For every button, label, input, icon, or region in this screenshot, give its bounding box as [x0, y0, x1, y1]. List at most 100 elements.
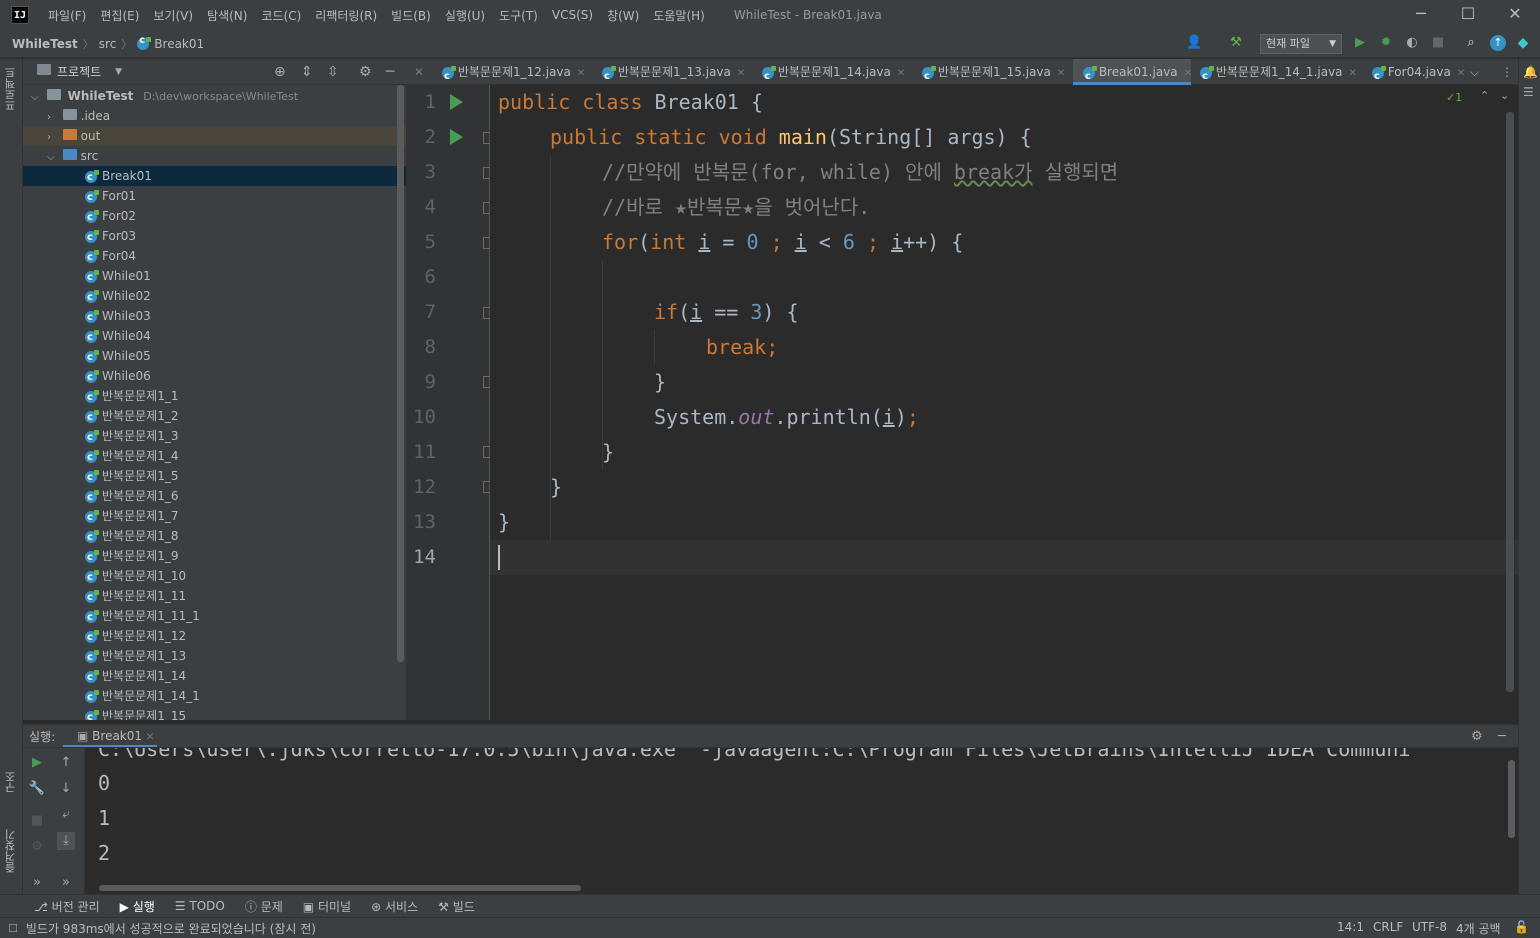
menu-navigate[interactable]: 탐색(N) — [200, 7, 254, 24]
collapse-all-icon[interactable]: ⇳ — [327, 64, 339, 80]
tree-file[interactable]: 반복문문제1_14_1 — [23, 686, 406, 708]
menu-vcs[interactable]: VCS(S) — [545, 8, 600, 22]
wrench-icon[interactable]: 🔧 — [28, 780, 46, 798]
tab-list-chevron-icon[interactable]: ⌵ — [1470, 59, 1479, 85]
editor-tab[interactable]: For04.java ✕ — [1372, 59, 1465, 90]
tree-file[interactable]: 반복문문제1_14 — [23, 666, 406, 688]
menu-edit[interactable]: 편집(E) — [93, 7, 146, 24]
tree-file[interactable]: 반복문문제1_5 — [23, 466, 406, 488]
run-gutter-icon[interactable] — [450, 129, 463, 145]
update-icon[interactable]: ↑ — [1490, 35, 1506, 51]
menu-refactor[interactable]: 리팩터링(R) — [308, 7, 384, 24]
intellij-logo-icon[interactable]: IJ — [11, 6, 29, 24]
debug-icon[interactable]: ✹ — [1378, 35, 1394, 51]
tab-close-icon[interactable]: ✕ — [1057, 68, 1065, 79]
expand-arrow-icon[interactable]: ⌵ — [47, 148, 59, 168]
run-gutter-icon[interactable] — [450, 94, 463, 110]
tree-file[interactable]: 반복문문제1_4 — [23, 446, 406, 468]
notifications-icon[interactable]: 🔔 — [1523, 65, 1538, 79]
chevron-down-icon[interactable]: ▼ — [115, 67, 122, 77]
locate-icon[interactable]: ⊕ — [274, 64, 286, 80]
status-message[interactable]: 빌드가 983ms에서 성공적으로 완료되었습니다 (잠시 전) — [26, 920, 316, 937]
scroll-down-icon[interactable]: ↓ — [57, 780, 75, 798]
tree-file[interactable]: 반복문문제1_1 — [23, 386, 406, 408]
tree-file[interactable]: 반복문문제1_8 — [23, 526, 406, 548]
tree-file[interactable]: 반복문문제1_13 — [23, 646, 406, 668]
editor-tab[interactable]: 반복문문제1_15.java ✕ — [922, 59, 1065, 90]
tab-services[interactable]: ⊛ 서비스 — [371, 898, 418, 915]
expand-all-icon[interactable]: ⇕ — [301, 64, 313, 80]
editor-tab[interactable]: 반복문문제1_13.java ✕ — [602, 59, 745, 90]
soft-wrap-icon[interactable]: ⤶ — [57, 806, 75, 824]
stop-icon[interactable]: ■ — [1430, 35, 1446, 51]
menu-help[interactable]: 도움말(H) — [646, 7, 712, 24]
menu-code[interactable]: 코드(C) — [254, 7, 308, 24]
stop-icon[interactable]: ■ — [28, 812, 46, 830]
tree-file[interactable]: While06 — [23, 366, 406, 388]
hide-icon[interactable]: ─ — [386, 64, 394, 80]
editor-tab-active[interactable]: Break01.java ✕ — [1073, 59, 1192, 90]
breadcrumb-class[interactable]: Break01 — [154, 37, 204, 51]
tree-file[interactable]: 반복문문제1_9 — [23, 546, 406, 568]
plugin-logo-icon[interactable]: ◆ — [1515, 35, 1531, 51]
prev-highlight-icon[interactable]: ⌃ — [1480, 89, 1489, 102]
collapse-arrow-icon[interactable]: › — [47, 128, 59, 148]
tab-close-icon[interactable]: ✕ — [897, 68, 905, 79]
database-icon[interactable]: ☰ — [1523, 85, 1534, 99]
build-hammer-icon[interactable]: ⚒ — [1228, 35, 1244, 51]
console-horizontal-scrollbar[interactable] — [99, 885, 581, 891]
tree-file[interactable]: For03 — [23, 226, 406, 248]
tab-close-icon[interactable]: ✕ — [146, 732, 154, 743]
tab-close-icon[interactable]: ✕ — [1184, 68, 1192, 79]
breadcrumb-project[interactable]: WhileTest — [12, 37, 78, 51]
editor-tab[interactable]: 반복문문제1_14.java ✕ — [762, 59, 905, 90]
tree-file[interactable]: 반복문문제1_12 — [23, 626, 406, 648]
tree-folder-idea[interactable]: › .idea — [23, 106, 406, 126]
run-console[interactable]: C:\Users\user\.jdks\corretto-17.0.5\bin\… — [85, 748, 1518, 894]
maximize-button[interactable]: ☐ — [1445, 0, 1491, 30]
menu-file[interactable]: 파일(F) — [41, 7, 93, 24]
tree-file[interactable]: For02 — [23, 206, 406, 228]
tab-close-icon[interactable]: ✕ — [1457, 68, 1465, 79]
tab-project-tool[interactable]: 프로젝트 — [3, 67, 19, 111]
project-tree-scrollbar[interactable] — [397, 85, 404, 662]
menu-build[interactable]: 빌드(B) — [384, 7, 438, 24]
run-config-tab[interactable]: ▣ Break01 ✕ — [63, 725, 157, 747]
coverage-icon[interactable]: ◐ — [1404, 35, 1420, 51]
gear-icon[interactable]: ⚙ — [359, 64, 372, 80]
tree-file[interactable]: While04 — [23, 326, 406, 348]
tree-file[interactable]: While02 — [23, 286, 406, 308]
tree-folder-src[interactable]: ⌵ src — [23, 146, 406, 166]
search-icon[interactable]: ⌕ — [1463, 35, 1479, 51]
project-panel-title[interactable]: 프로젝트 — [57, 63, 101, 80]
tab-bookmarks-tool[interactable]: 즐겨찾기 — [3, 829, 19, 873]
code-editor[interactable]: public class Break01 { public static voi… — [490, 85, 1518, 720]
tree-file[interactable]: While05 — [23, 346, 406, 368]
scroll-up-icon[interactable]: ↑ — [57, 754, 75, 772]
tab-close-icon[interactable]: ✕ — [577, 68, 585, 79]
more-actions-icon[interactable]: » — [57, 874, 75, 892]
menu-tools[interactable]: 도구(T) — [492, 7, 545, 24]
tree-file[interactable]: While03 — [23, 306, 406, 328]
tree-file[interactable]: For04 — [23, 246, 406, 268]
line-separator[interactable]: CRLF — [1373, 920, 1403, 934]
expand-arrow-icon[interactable]: ⌵ — [31, 88, 43, 108]
tree-file[interactable]: 반복문문제1_11 — [23, 586, 406, 608]
close-window-button[interactable]: ✕ — [1492, 0, 1538, 30]
scroll-to-end-icon[interactable]: ⤓ — [57, 832, 75, 850]
tree-root[interactable]: ⌵ WhileTest D:\dev\workspace\WhileTest — [23, 86, 406, 106]
file-encoding[interactable]: UTF-8 — [1412, 920, 1447, 934]
console-vertical-scrollbar[interactable] — [1508, 760, 1515, 838]
tree-file[interactable]: Break01 — [23, 166, 406, 188]
tree-file[interactable]: 반복문문제1_15 — [23, 706, 406, 720]
tree-file[interactable]: 반복문문제1_3 — [23, 426, 406, 448]
tree-file[interactable]: 반복문문제1_7 — [23, 506, 406, 528]
editor-tab[interactable]: 반복문문제1_14_1.java ✕ — [1200, 59, 1357, 90]
tab-close-icon[interactable]: ✕ — [1349, 68, 1357, 79]
status-toggle-icon[interactable]: ☐ — [8, 922, 18, 935]
editor-scrollbar[interactable] — [1506, 112, 1514, 692]
tab-terminal[interactable]: ▣ 터미널 — [303, 898, 351, 915]
hide-icon[interactable]: ─ — [1498, 729, 1506, 744]
editor-tab[interactable]: 반복문문제1_12.java ✕ — [442, 59, 591, 90]
tab-structure-tool[interactable]: 구조 — [3, 771, 19, 793]
